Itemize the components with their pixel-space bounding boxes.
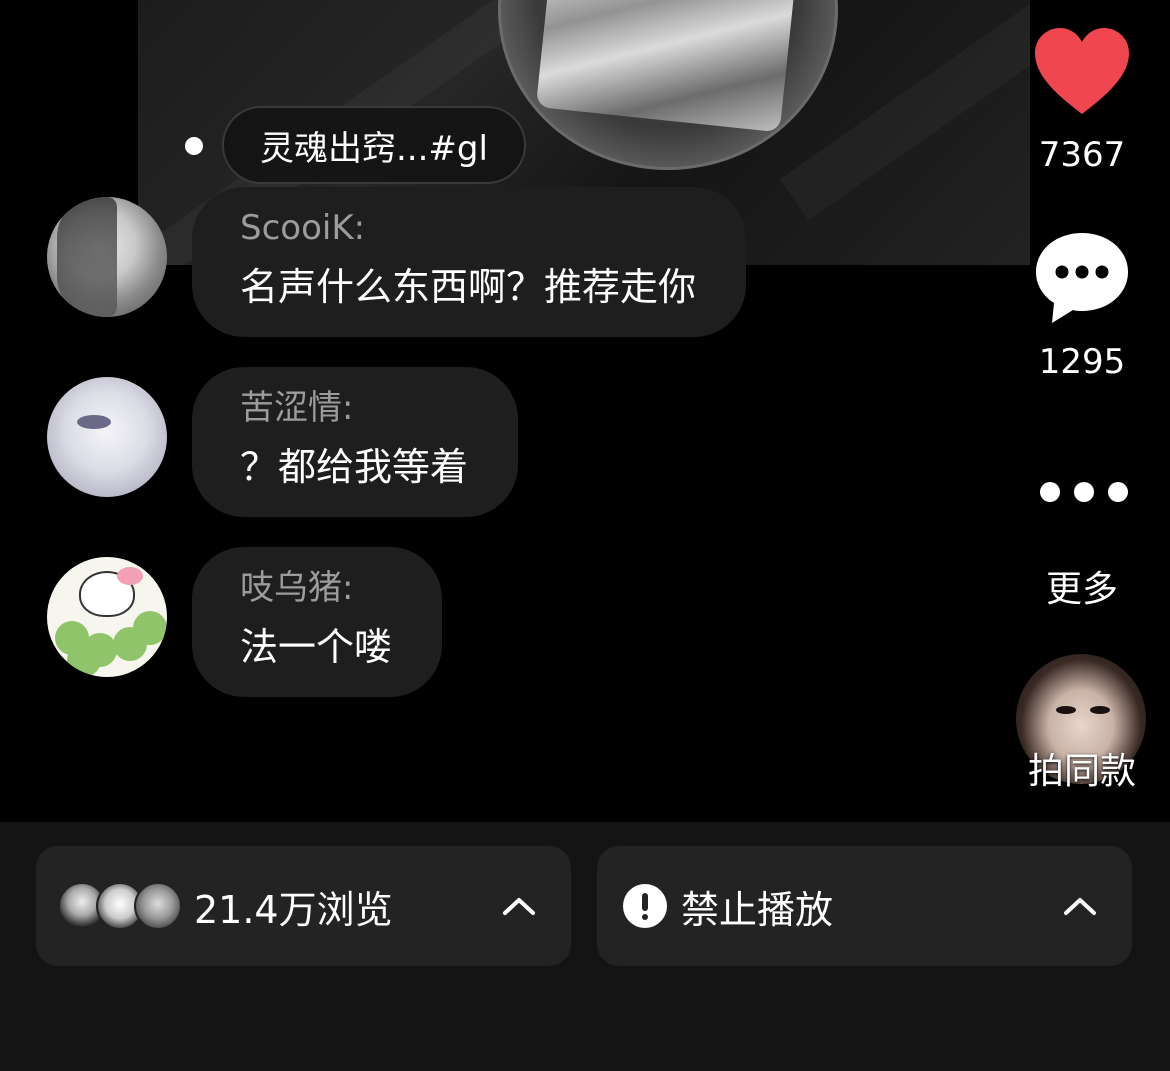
comment-count: 1295: [1038, 342, 1126, 382]
avatar[interactable]: [47, 197, 167, 317]
viewer-avatars: [58, 882, 184, 930]
ban-playback-button[interactable]: 禁止播放: [597, 846, 1132, 966]
more-icon[interactable]: [1040, 482, 1128, 502]
topic-label: 灵魂出窍...#gl: [260, 128, 488, 169]
topic-chip[interactable]: 灵魂出窍...#gl: [222, 106, 526, 184]
chevron-up-icon[interactable]: [1050, 876, 1110, 936]
ban-label: 禁止播放: [681, 887, 834, 932]
viewer-avatar: [134, 882, 182, 930]
comment-text: ？都给我等着: [240, 445, 469, 489]
bottom-bar: 21.4万浏览 禁止播放: [0, 822, 1170, 1071]
more-label[interactable]: 更多: [1030, 560, 1134, 612]
comment-bubble[interactable]: 苦涩情: ？都给我等着: [192, 367, 519, 517]
comment-item: 苦涩情: ？都给我等着: [47, 367, 519, 517]
comment-bubble-icon[interactable]: [1033, 230, 1131, 330]
views-button[interactable]: 21.4万浏览: [36, 846, 571, 966]
comment-author: 苦涩情:: [240, 388, 354, 428]
avatar[interactable]: [47, 377, 167, 497]
avatar[interactable]: [47, 557, 167, 677]
comment-item: ScooiK: 名声什么东西啊？推荐走你: [47, 187, 747, 337]
views-label: 21.4万浏览: [194, 887, 393, 932]
shoot-same-label[interactable]: 拍同款: [1020, 742, 1144, 794]
exclamation-icon: [623, 884, 667, 928]
like-count: 7367: [1038, 135, 1126, 175]
comment-author: ScooiK:: [240, 208, 366, 248]
comment-bubble[interactable]: ScooiK: 名声什么东西啊？推荐走你: [192, 187, 747, 337]
like-heart-icon[interactable]: [1033, 26, 1131, 120]
comment-bubble[interactable]: 吱乌猪: 法一个喽: [192, 547, 443, 697]
comment-text: 名声什么东西啊？推荐走你: [240, 265, 697, 309]
chevron-up-icon[interactable]: [489, 876, 549, 936]
comment-item: 吱乌猪: 法一个喽: [47, 547, 443, 697]
comment-text: 法一个喽: [240, 625, 393, 669]
topic-dot: [185, 137, 203, 155]
comment-author: 吱乌猪:: [240, 568, 354, 608]
